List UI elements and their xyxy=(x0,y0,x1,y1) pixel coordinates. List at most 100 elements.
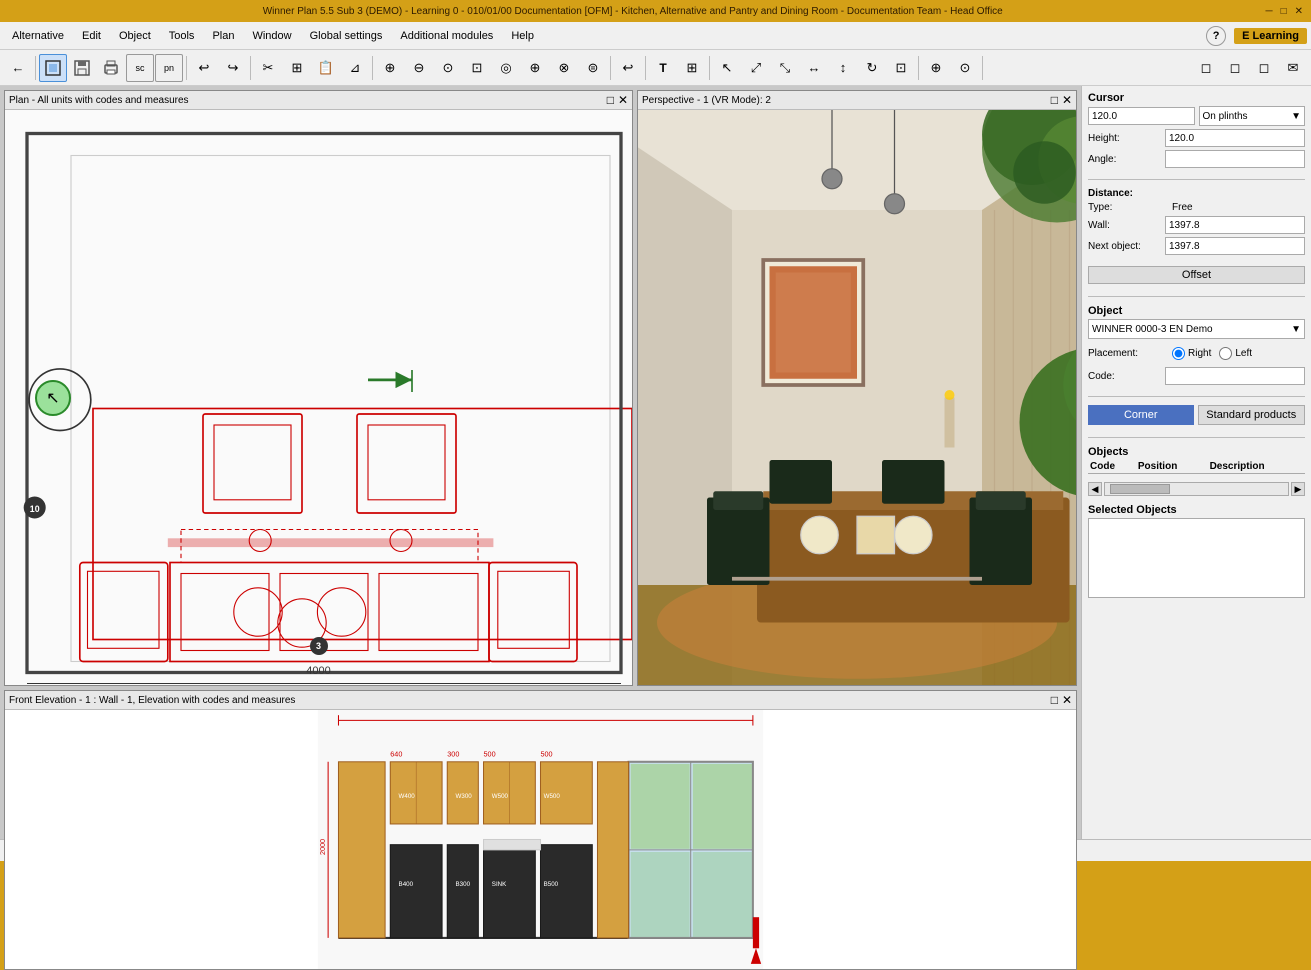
titlebar: Winner Plan 5.5 Sub 3 (DEMO) - Learning … xyxy=(0,0,1311,22)
tb-move-4[interactable]: ↕ xyxy=(829,54,857,82)
tb-copy[interactable]: ⊞ xyxy=(283,54,311,82)
tb-paste[interactable]: 📋 xyxy=(312,54,340,82)
corner-button[interactable]: Corner xyxy=(1088,405,1194,425)
front-minimize[interactable]: □ xyxy=(1051,693,1058,707)
tb-pn[interactable]: pn xyxy=(155,54,183,82)
perspective-viewport: Perspective - 1 (VR Mode): 2 □ ✕ xyxy=(637,90,1077,686)
plan-minimize[interactable]: □ xyxy=(607,93,614,107)
plan-dimension: 4000 xyxy=(306,665,330,677)
viewport-top-row: Plan - All units with codes and measures… xyxy=(4,90,1077,686)
menu-global-settings[interactable]: Global settings xyxy=(302,27,391,45)
tb-view-4[interactable]: ✉ xyxy=(1279,54,1307,82)
scroll-thumb[interactable] xyxy=(1110,484,1170,494)
tb-view-2[interactable]: ◻ xyxy=(1221,54,1249,82)
elearning-button[interactable]: E Learning xyxy=(1234,28,1307,44)
tb-zoom-out[interactable]: ⊖ xyxy=(405,54,433,82)
maximize-btn[interactable]: □ xyxy=(1281,6,1287,17)
persp-close[interactable]: ✕ xyxy=(1062,93,1072,107)
toolbar: ← sc pn ↩ ↪ ✂ ⊞ 📋 ⊿ ⊕ ⊖ ⊙ ⊡ ◎ ⊕ ⊗ ⊜ ↩ T … xyxy=(0,50,1311,86)
tb-sc[interactable]: sc xyxy=(126,54,154,82)
menu-help[interactable]: Help xyxy=(503,27,542,45)
next-object-input[interactable] xyxy=(1165,237,1305,255)
svg-text:W500: W500 xyxy=(544,793,561,800)
angle-input[interactable] xyxy=(1165,150,1305,168)
scroll-right-arrow[interactable]: ▶ xyxy=(1291,482,1305,496)
tb-plan-view[interactable] xyxy=(39,54,67,82)
wall-input[interactable] xyxy=(1165,216,1305,234)
perspective-content[interactable] xyxy=(638,110,1076,685)
tb-zoom-area[interactable]: ⊡ xyxy=(463,54,491,82)
menu-additional-modules[interactable]: Additional modules xyxy=(392,27,501,45)
tb-zoom-6[interactable]: ⊕ xyxy=(521,54,549,82)
objects-table-header: Code Position Description xyxy=(1088,460,1305,474)
menu-tools[interactable]: Tools xyxy=(161,27,203,45)
tb-cut[interactable]: ✂ xyxy=(254,54,282,82)
tb-sep-9 xyxy=(982,56,983,80)
tb-view-1[interactable]: ◻ xyxy=(1192,54,1220,82)
tb-zoom-fit[interactable]: ⊙ xyxy=(434,54,462,82)
placement-right-radio[interactable] xyxy=(1172,347,1185,360)
front-close[interactable]: ✕ xyxy=(1062,693,1072,707)
placement-right[interactable]: Right xyxy=(1172,347,1211,360)
tb-view-3[interactable]: ◻ xyxy=(1250,54,1278,82)
placement-radio-group: Right Left xyxy=(1172,347,1252,360)
vp-front: Front Elevation - 1 : Wall - 1, Elevatio… xyxy=(4,690,1077,970)
tb-mirror[interactable]: ⊿ xyxy=(341,54,369,82)
objects-section: Objects Code Position Description xyxy=(1088,446,1305,474)
standard-products-button[interactable]: Standard products xyxy=(1198,405,1306,425)
menu-edit[interactable]: Edit xyxy=(74,27,109,45)
tb-move-3[interactable]: ↔ xyxy=(800,54,828,82)
tb-scale[interactable]: ⊡ xyxy=(887,54,915,82)
tb-tool-1[interactable]: ⊕ xyxy=(922,54,950,82)
tb-select[interactable]: ↖ xyxy=(713,54,741,82)
cursor-dropdown-arrow: ▼ xyxy=(1291,111,1301,122)
code-input[interactable] xyxy=(1165,367,1305,385)
cursor-option-dropdown[interactable]: On plinths ▼ xyxy=(1199,106,1306,126)
tb-zoom-5[interactable]: ◎ xyxy=(492,54,520,82)
placement-left-radio[interactable] xyxy=(1219,347,1232,360)
menu-alternative[interactable]: Alternative xyxy=(4,27,72,45)
divider-4 xyxy=(1088,437,1305,438)
close-btn[interactable]: ✕ xyxy=(1295,6,1303,17)
scroll-track[interactable] xyxy=(1104,482,1289,496)
plan-content[interactable]: 10 4000 ↖ 3 xyxy=(5,110,632,685)
tb-redo[interactable]: ↪ xyxy=(219,54,247,82)
distance-section: Distance: Type: Free Wall: Next object: xyxy=(1088,188,1305,258)
persp-minimize[interactable]: □ xyxy=(1051,93,1058,107)
tb-print[interactable] xyxy=(97,54,125,82)
tb-move-2[interactable]: ⤡ xyxy=(771,54,799,82)
tb-tool-2[interactable]: ⊙ xyxy=(951,54,979,82)
tb-sep-2 xyxy=(186,56,187,80)
tb-grid[interactable]: ⊞ xyxy=(678,54,706,82)
menu-object[interactable]: Object xyxy=(111,27,159,45)
tb-text[interactable]: T xyxy=(649,54,677,82)
tb-zoom-8[interactable]: ⊜ xyxy=(579,54,607,82)
divider-3 xyxy=(1088,396,1305,397)
distance-label: Distance: xyxy=(1088,188,1305,199)
front-elevation-content[interactable]: 640 300 500 500 W400 W300 W500 W500 B400… xyxy=(5,710,1076,969)
tb-rotate[interactable]: ↻ xyxy=(858,54,886,82)
offset-button[interactable]: Offset xyxy=(1088,266,1305,284)
tb-rotate-back[interactable]: ↩ xyxy=(614,54,642,82)
tb-sep-3 xyxy=(250,56,251,80)
minimize-btn[interactable]: ─ xyxy=(1265,6,1272,17)
help-icon-btn[interactable]: ? xyxy=(1206,26,1226,46)
objects-table: Code Position Description xyxy=(1088,460,1305,474)
type-value: Free xyxy=(1172,202,1193,213)
menu-plan[interactable]: Plan xyxy=(204,27,242,45)
cursor-value-input[interactable] xyxy=(1088,107,1195,125)
height-input[interactable] xyxy=(1165,129,1305,147)
tb-save[interactable] xyxy=(68,54,96,82)
tb-undo[interactable]: ↩ xyxy=(190,54,218,82)
placement-left[interactable]: Left xyxy=(1219,347,1252,360)
plan-badge-3: 3 xyxy=(310,637,328,655)
plan-close[interactable]: ✕ xyxy=(618,93,628,107)
tb-zoom-in[interactable]: ⊕ xyxy=(376,54,404,82)
scroll-left-arrow[interactable]: ◀ xyxy=(1088,482,1102,496)
object-dropdown[interactable]: WINNER 0000-3 EN Demo ▼ xyxy=(1088,319,1305,339)
cursor-option-label: On plinths xyxy=(1203,111,1248,122)
menu-window[interactable]: Window xyxy=(244,27,299,45)
tb-zoom-7[interactable]: ⊗ xyxy=(550,54,578,82)
tb-back[interactable]: ← xyxy=(4,54,32,82)
tb-move-1[interactable]: ⤢ xyxy=(742,54,770,82)
